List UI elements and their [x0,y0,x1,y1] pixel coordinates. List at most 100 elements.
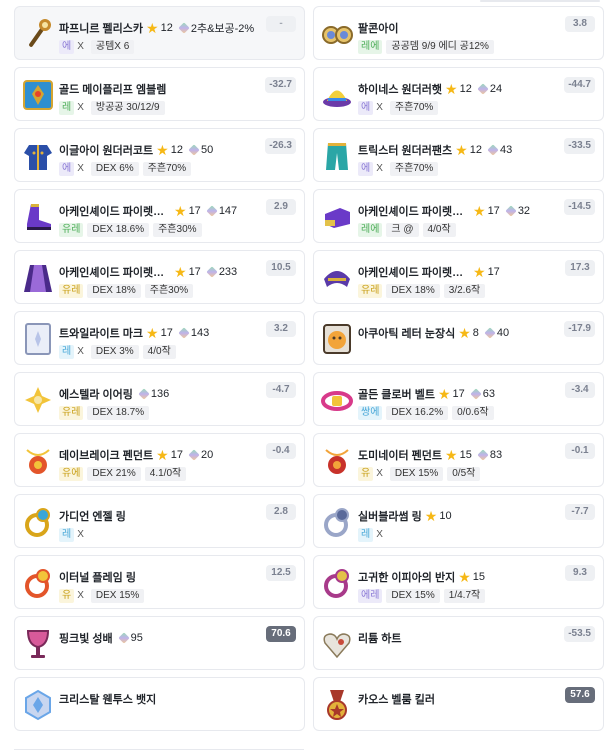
equipment-card[interactable]: 크리스탈 웬투스 뱃지 [14,677,305,731]
chalice-icon [21,627,55,661]
score-badge: 2.9 [266,199,296,215]
item-title-row: 핑크빛 성배 95 [59,630,143,646]
item-name: 크리스탈 웬투스 뱃지 [59,694,157,706]
gem-icon [178,22,190,34]
gem-icon [505,205,517,217]
item-options-row: 레에 크 @4/0작 [358,222,456,237]
potential-tier-badge: 레 [59,344,75,359]
starforce-count: 12 [160,22,173,34]
item-name: 에스텔라 이어링 [59,389,133,401]
additional-potential-badge: X [376,467,383,479]
item-title-row: 이터널 플레임 링 [59,569,136,585]
flame-value: 147 [218,205,238,217]
item-name: 팔콘아이 [358,23,399,35]
item-options-row: 에 X 공템X 6 [59,39,135,54]
staff-icon [21,17,55,51]
ring-icon [21,505,55,539]
item-name: 파프니르 펠리스카 [59,23,144,35]
item-name: 아쿠아틱 레터 눈장식 [358,328,456,340]
flame-value: 2추&보공-2% [190,23,255,35]
item-options-row: 유레 DEX 18% 3/2.6작 [358,283,486,298]
emblem-icon [21,78,55,112]
item-name: 이터널 플레임 링 [59,572,136,584]
equipment-card[interactable]: 가디언 엔젤 링 레 X 2.8 [14,494,305,548]
item-name: 아케인셰이드 파이렛케이프 [59,267,171,279]
potential-tier-badge: 유레 [59,283,84,298]
equipment-card[interactable]: 골드 메이플리프 엠블렘 레 X 방공공 30/12/9 -32.7 [14,67,305,121]
item-title-row: 도미네이터 펜던트 ★ 15 83 [358,447,502,463]
belt-icon [320,383,354,417]
option-tag: 주흔30% [144,283,194,298]
flame-value: 40 [496,327,510,339]
item-title-row: 아쿠아틱 레터 눈장식 ★ 8 40 [358,325,509,341]
flame-value: 63 [482,388,496,400]
potential-tier-badge: 에 [59,161,75,176]
equipment-card[interactable]: 트와일라이트 마크 ★ 17 143 레 X DEX 3% 4/0작 3.2 [14,311,305,365]
starforce-count: 17 [487,205,500,217]
gem-icon [188,449,200,461]
item-title-row: 아케인셰이드 파이렛숄더 ★ 17 [358,264,500,280]
star-icon: ★ [424,508,438,524]
item-name: 트와일라이트 마크 [59,328,144,340]
option-tag: DEX 15% [386,588,440,603]
equipment-card[interactable]: 골든 클로버 벨트 ★ 17 63 쌍에 DEX 16.2% 0/0.6작 -3.4 [313,372,604,426]
potential-tier-badge: 유 [59,588,75,603]
equipment-card[interactable]: 핑크빛 성배 95 70.6 [14,616,305,670]
equipment-card[interactable]: 카오스 벨룸 킬러 57.6 [313,677,604,731]
equipment-card[interactable]: 고귀한 이피아의 반지 ★ 15 에레 DEX 15% 1/4.7작 9.3 [313,555,604,609]
item-title-row: 아케인셰이드 파이렛케이프★17 233 [59,264,237,280]
option-tag: 주흔70% [389,161,439,176]
binocular-icon [320,17,354,51]
equipment-card[interactable]: 도미네이터 펜던트 ★ 15 83 유 X DEX 15% 0/5작 -0.1 [313,433,604,487]
equipment-card[interactable]: 트릭스터 원더러팬츠 ★ 12 43 에 X 주흔70% -33.5 [313,128,604,182]
potential-tier-badge: 에 [358,100,374,115]
item-title-row: 리튬 하트 [358,630,402,646]
option-tag: DEX 18% [386,283,440,298]
score-badge: 70.6 [266,626,296,642]
item-options-row: 유 X DEX 15% 0/5작 [358,466,481,481]
equipment-card[interactable]: 이글아이 원더러코트 ★ 12 50 에 X DEX 6% 주흔70% -26.3 [14,128,305,182]
item-title-row: 파프니르 펠리스카 ★ 12 2추&보공-2% [59,20,254,36]
option-tag: 주흔30% [153,222,202,237]
next-row-edge [14,749,304,755]
equipment-card[interactable]: 팔콘아이 레에 공공뎀 9/9 에디 공12% 3.8 [313,6,604,60]
option-tag: 주흔70% [389,100,439,115]
equipment-card[interactable]: 아케인셰이드 파이렛숄더 ★ 17 유레 DEX 18% 3/2.6작 17.3 [313,250,604,304]
equipment-card[interactable]: 아케인셰이드 파이렛글러브★17 32 레에크 @4/0작 -14.5 [313,189,604,243]
equipment-card[interactable]: 아케인셰이드 파이렛케이프★17 233 유레DEX 18%주흔30% 10.5 [14,250,305,304]
gem-icon [188,144,200,156]
item-options-row: 유에 DEX 21% 4.1/0작 [59,466,187,481]
equipment-card[interactable]: 이터널 플레임 링 유 X DEX 15% 12.5 [14,555,305,609]
item-options-row: 레 X 방공공 30/12/9 [59,100,165,115]
option-tag: 공공뎀 9/9 에디 공12% [386,39,494,54]
score-badge: -26.3 [265,138,296,154]
item-name: 골드 메이플리프 엠블렘 [59,84,167,96]
equipment-card[interactable]: 실버블라썸 링 ★ 10 레 X -7.7 [313,494,604,548]
score-badge: -44.7 [564,77,595,93]
item-options-row: 에레 DEX 15% 1/4.7작 [358,588,486,603]
option-tag: 주흔70% [142,161,192,176]
potential-tier-badge: 유레 [59,222,84,237]
score-badge: 3.2 [266,321,296,337]
option-tag: DEX 21% [87,466,141,481]
medal-icon [320,688,354,722]
equipment-card[interactable]: 아쿠아틱 레터 눈장식 ★ 8 40 -17.9 [313,311,604,365]
badge-icon [21,688,55,722]
additional-potential-badge: X [376,162,383,174]
equipment-card[interactable]: 에스텔라 이어링 136 유레 DEX 18.7% -4.7 [14,372,305,426]
hat-icon [320,78,354,112]
equipment-card[interactable]: 리튬 하트 -53.5 [313,616,604,670]
score-badge: -17.9 [564,321,595,337]
item-name: 아케인셰이드 파이렛숄더 [358,267,470,279]
equipment-card[interactable]: 데이브레이크 펜던트 ★ 17 20 유에 DEX 21% 4.1/0작 -0.4 [14,433,305,487]
additional-potential-badge: X [77,345,84,357]
equipment-card[interactable]: 하이네스 원더러햇 ★ 12 24 에 X 주흔70% -44.7 [313,67,604,121]
shoes-icon [21,200,55,234]
equipment-card[interactable]: 파프니르 펠리스카 ★ 12 2추&보공-2% 에 X 공템X 6 - [14,6,305,60]
option-tag: 공템X 6 [90,39,135,54]
pants-icon [320,139,354,173]
equipment-card[interactable]: 아케인셰이드 파이렛슈즈 ★ 17 147 유레 DEX 18.6% 주흔30% 2.9 [14,189,305,243]
flame-value: 43 [499,144,513,156]
starforce-count: 12 [170,144,183,156]
gem-icon [138,388,150,400]
